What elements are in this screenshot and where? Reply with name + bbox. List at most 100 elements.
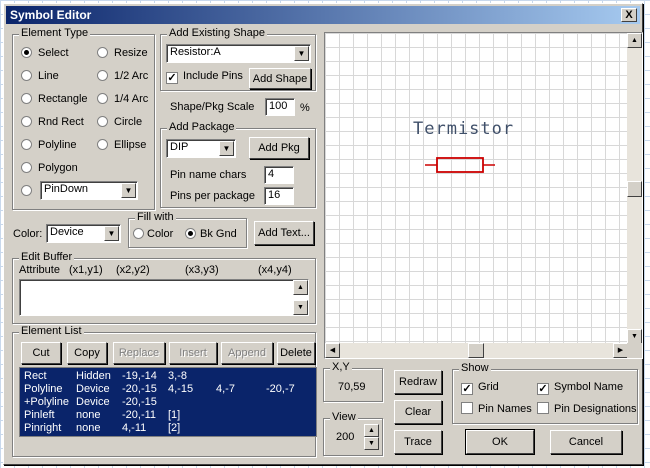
color-select[interactable]: Device ▼ (46, 224, 121, 243)
radio-resize[interactable]: Resize (97, 47, 148, 59)
radio-polygon[interactable]: Polygon (21, 162, 78, 174)
scroll-thumb[interactable] (468, 343, 484, 358)
cell: 4,-15 (168, 383, 194, 395)
chevron-down-icon[interactable]: ▼ (121, 183, 136, 198)
cell: Polyline (24, 383, 63, 395)
radio-polyline[interactable]: Polyline (21, 139, 77, 151)
package-select[interactable]: DIP ▼ (166, 139, 236, 158)
grid-checkbox[interactable]: ✓ Grid (461, 381, 499, 395)
radio-half-arc[interactable]: 1/2 Arc (97, 70, 148, 82)
header-x1y1: (x1,y1) (69, 264, 103, 276)
include-pins-checkbox[interactable]: ✓ Include Pins (166, 70, 243, 84)
scroll-up-icon[interactable]: ▲ (627, 33, 642, 48)
pin-name-chars-input[interactable]: 4 (264, 166, 294, 184)
radio-ellipse[interactable]: Ellipse (97, 139, 146, 151)
list-item[interactable]: +Polyline Device -20,-15 (20, 396, 316, 409)
header-x4y4: (x4,y4) (258, 264, 292, 276)
add-shape-button[interactable]: Add Shape (249, 68, 311, 89)
radio-label: Resize (114, 47, 148, 59)
redraw-button[interactable]: Redraw (394, 370, 442, 394)
pins-per-package-input[interactable]: 16 (264, 187, 294, 205)
checkbox-empty (461, 402, 473, 414)
chevron-down-icon[interactable]: ▼ (219, 141, 234, 156)
add-pkg-button[interactable]: Add Pkg (249, 137, 309, 159)
radio-circle[interactable]: Circle (97, 116, 142, 128)
radio-dot (21, 185, 32, 196)
pin-names-checkbox[interactable]: Pin Names (461, 402, 532, 415)
cut-button[interactable]: Cut (21, 342, 61, 364)
list-item[interactable]: Pinright none 4,-11 [2] (20, 422, 316, 435)
delete-button[interactable]: Delete (277, 342, 315, 364)
list-item[interactable]: Pinleft none -20,-11 [1] (20, 409, 316, 422)
pin-type-select[interactable]: PinDown ▼ (40, 181, 138, 200)
symbol-name-checkbox[interactable]: ✓ Symbol Name (537, 381, 623, 395)
show-group: Show ✓ Grid ✓ Symbol Name Pin Names Pin De… (452, 362, 638, 424)
radio-dot (21, 70, 32, 81)
pins-per-package-label: Pins per package (170, 190, 255, 202)
clear-button[interactable]: Clear (394, 400, 442, 424)
fill-color-radio[interactable]: Color (133, 228, 173, 240)
zoom-up-icon[interactable]: ▲ (364, 424, 379, 437)
list-item[interactable]: Polyline Device -20,-15 4,-15 4,-7 -20,-… (20, 383, 316, 396)
grid-label: Grid (478, 381, 499, 393)
fill-with-group: Fill with Color Bk Gnd (128, 211, 247, 248)
element-list[interactable]: Rect Hidden -19,-14 3,-8 Polyline Device… (19, 367, 317, 437)
scroll-right-icon[interactable]: ▶ (613, 343, 628, 358)
scale-input[interactable]: 100 (265, 98, 295, 116)
scroll-down-icon[interactable]: ▼ (627, 329, 642, 344)
radio-select[interactable]: Select (21, 47, 69, 59)
shape-select[interactable]: Resistor:A ▼ (166, 44, 311, 63)
cell: Rect (24, 370, 47, 382)
close-icon[interactable]: X (621, 8, 637, 22)
add-text-button[interactable]: Add Text... (254, 221, 314, 245)
element-type-group: Element Type Select Resize Line 1/2 Arc … (12, 27, 155, 210)
scroll-left-icon[interactable]: ◀ (325, 343, 340, 358)
cell: Device (76, 396, 110, 408)
scale-label: Shape/Pkg Scale (170, 101, 255, 113)
scale-unit: % (300, 102, 310, 114)
fill-color-label: Color (147, 228, 174, 240)
cell: -20,-11 (122, 409, 157, 421)
canvas-vertical-scrollbar[interactable]: ▲ ▼ (627, 33, 642, 344)
pin-name-chars-label: Pin name chars (170, 169, 247, 181)
cancel-button[interactable]: Cancel (550, 430, 622, 454)
insert-button[interactable]: Insert (169, 342, 217, 364)
cell: none (76, 422, 101, 434)
radio-quarter-arc[interactable]: 1/4 Arc (97, 93, 148, 105)
thermistor-symbol[interactable] (421, 155, 501, 177)
list-item[interactable]: Rect Hidden -19,-14 3,-8 (20, 370, 316, 383)
symbol-canvas[interactable]: Termistor ▲ ▼ ◀ ▶ (324, 32, 643, 359)
append-button[interactable]: Append (221, 342, 273, 364)
canvas-grid[interactable]: Termistor (325, 33, 628, 344)
cell: Pinright (24, 422, 62, 434)
add-existing-shape-group: Add Existing Shape Resistor:A ▼ ✓ Include… (160, 27, 316, 91)
radio-dot (97, 139, 108, 150)
pin-names-label: Pin Names (478, 403, 532, 415)
scroll-up-icon[interactable]: ▲ (293, 280, 308, 295)
cell: 3,-8 (168, 370, 187, 382)
pin-designations-label: Pin Designations (554, 403, 637, 415)
edit-buffer-legend: Edit Buffer (19, 251, 75, 263)
cell: [2] (168, 422, 181, 434)
zoom-down-icon[interactable]: ▼ (364, 437, 379, 450)
canvas-horizontal-scrollbar[interactable]: ◀ ▶ (325, 343, 628, 358)
ok-button[interactable]: OK (465, 429, 535, 455)
radio-rnd-rect[interactable]: Rnd Rect (21, 116, 84, 128)
trace-button[interactable]: Trace (394, 430, 442, 454)
scroll-down-icon[interactable]: ▼ (293, 300, 308, 315)
scroll-thumb[interactable] (627, 181, 642, 197)
fill-bkgnd-radio[interactable]: Bk Gnd (185, 228, 237, 240)
chevron-down-icon[interactable]: ▼ (104, 226, 119, 241)
chevron-down-icon[interactable]: ▼ (294, 46, 309, 61)
copy-button[interactable]: Copy (67, 342, 107, 364)
pin-designations-checkbox[interactable]: Pin Designations (537, 402, 637, 415)
radio-pin[interactable] (21, 185, 38, 197)
radio-rectangle[interactable]: Rectangle (21, 93, 88, 105)
radio-dot (97, 70, 108, 81)
symbol-name-label: Symbol Name (554, 381, 624, 393)
radio-line[interactable]: Line (21, 70, 59, 82)
checkmark-icon: ✓ (461, 383, 473, 395)
edit-buffer-textarea[interactable]: ▲ ▼ (19, 279, 309, 316)
replace-button[interactable]: Replace (113, 342, 165, 364)
cell: Hidden (76, 370, 111, 382)
